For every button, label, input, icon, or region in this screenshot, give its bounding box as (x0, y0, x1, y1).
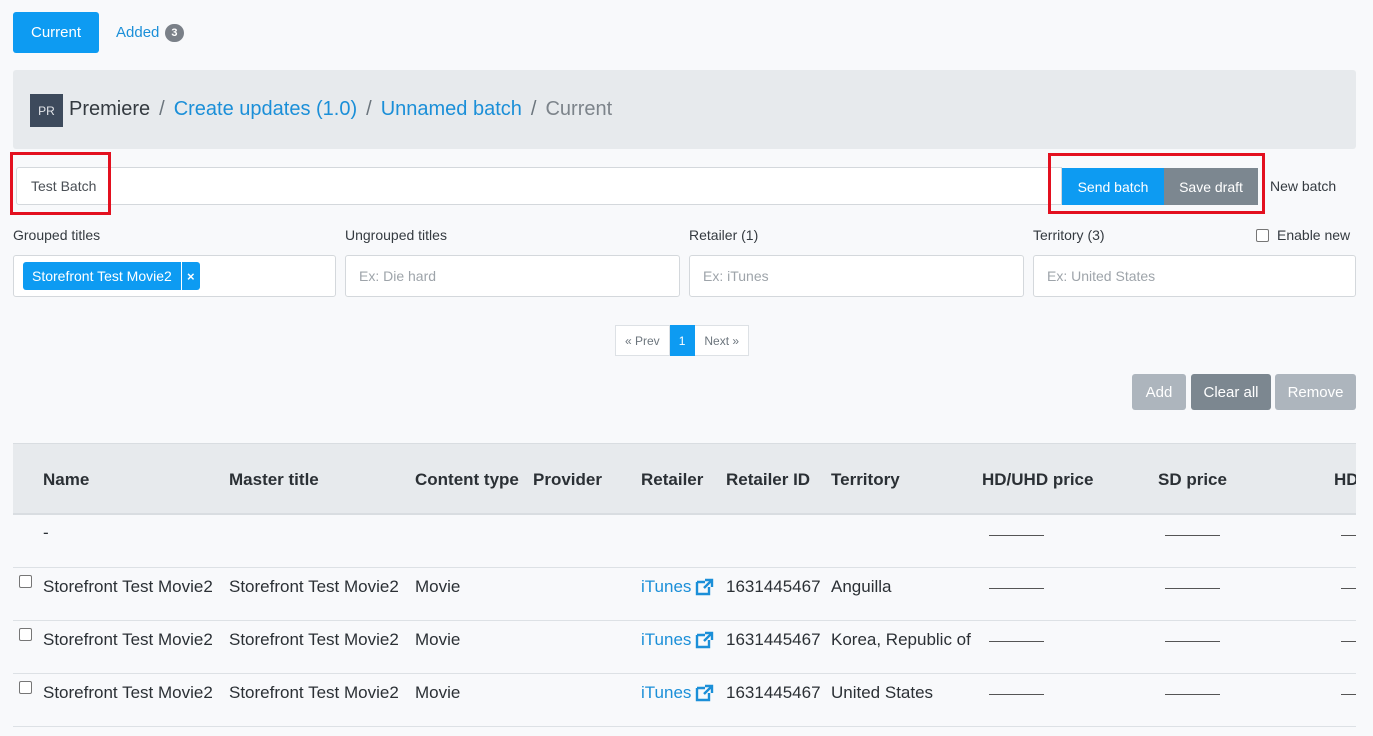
premiere-logo: PR (30, 94, 63, 127)
batch-name-input[interactable] (16, 167, 1062, 205)
external-link-icon (696, 684, 714, 702)
cell-retailer-id: 1631445467 (726, 630, 821, 649)
hd-price-empty (989, 641, 1044, 642)
sd-price-empty (1165, 641, 1220, 642)
ungrouped-titles-placeholder: Ex: Die hard (359, 268, 437, 284)
hd-price-empty (989, 535, 1044, 536)
row-checkbox[interactable] (19, 681, 32, 694)
column-header-hd-uhd-price: HD/UHD price (982, 470, 1094, 489)
enable-new-label: Enable new (1277, 227, 1351, 243)
added-count-badge: 3 (165, 23, 184, 42)
cell-master-title: Storefront Test Movie2 (229, 630, 399, 649)
breadcrumb-create-updates[interactable]: Create updates (1.0) (174, 98, 357, 121)
cell-retailer-link[interactable]: iTunes (641, 630, 715, 650)
cell-retailer-id: 1631445467 (726, 577, 821, 596)
cell-retailer-link[interactable]: iTunes (641, 683, 715, 703)
territory-placeholder: Ex: United States (1047, 268, 1156, 284)
tag-remove-icon[interactable]: × (180, 262, 200, 290)
retailer-link-label: iTunes (641, 683, 692, 702)
sd-price-empty (1165, 694, 1220, 695)
cell-content-type: Movie (415, 630, 461, 649)
retailer-placeholder: Ex: iTunes (703, 268, 769, 284)
sd-price-empty (1165, 588, 1220, 589)
column-header-hd: HD (1334, 470, 1356, 489)
breadcrumb-current: Current (545, 98, 613, 120)
breadcrumb-separator: / (159, 98, 165, 120)
row-checkbox[interactable] (19, 628, 32, 641)
table-row: Storefront Test Movie2 Storefront Test M… (13, 568, 1356, 621)
column-header-territory: Territory (831, 470, 900, 489)
external-link-icon (696, 631, 714, 649)
table-header: Name Master title Content type Provider … (13, 443, 1356, 515)
ungrouped-titles-label: Ungrouped titles (345, 227, 447, 243)
territory-label: Territory (3) (1033, 227, 1105, 243)
hd-price-empty (989, 694, 1044, 695)
column-header-content-type: Content type (415, 470, 519, 489)
hd-empty (1341, 694, 1356, 695)
cell-name: Storefront Test Movie2 (43, 630, 213, 649)
breadcrumb-separator: / (366, 98, 372, 120)
grouped-titles-label: Grouped titles (13, 227, 101, 243)
cell-retailer-id: 1631445467 (726, 683, 821, 702)
retailer-label: Retailer (1) (689, 227, 759, 243)
remove-button[interactable]: Remove (1275, 374, 1356, 410)
retailer-link-label: iTunes (641, 630, 692, 649)
updates-table: Name Master title Content type Provider … (13, 443, 1356, 736)
breadcrumb-home: Premiere (69, 98, 151, 120)
tab-current[interactable]: Current (13, 12, 99, 53)
cell-name: Storefront Test Movie2 (43, 577, 213, 596)
column-header-retailer-id: Retailer ID (726, 470, 811, 489)
territory-field[interactable]: Ex: United States (1033, 255, 1356, 297)
hd-empty (1341, 641, 1356, 642)
row-checkbox[interactable] (19, 575, 32, 588)
cell-territory: Anguilla (831, 577, 892, 596)
column-header-sd-price: SD price (1158, 470, 1227, 489)
column-header-name: Name (43, 470, 90, 489)
tab-added[interactable]: Added 3 (116, 12, 184, 53)
breadcrumb-separator: / (530, 98, 537, 120)
pagination-prev[interactable]: « Prev (615, 325, 670, 356)
cell-retailer-link[interactable]: iTunes (641, 577, 715, 597)
grouped-title-tag: Storefront Test Movie2 × (23, 262, 200, 290)
clear-all-button[interactable]: Clear all (1191, 374, 1271, 410)
send-batch-button[interactable]: Send batch (1062, 168, 1164, 205)
breadcrumb-unnamed-batch[interactable]: Unnamed batch (381, 98, 522, 121)
cell-territory: United States (831, 683, 934, 702)
column-header-provider: Provider (533, 470, 602, 489)
cell-content-type: Movie (415, 683, 461, 702)
cell-territory: Korea, Republic of (831, 630, 971, 649)
external-link-icon (696, 578, 714, 596)
pagination-next[interactable]: Next » (695, 325, 750, 356)
retailer-field[interactable]: Ex: iTunes (689, 255, 1024, 297)
column-header-retailer: Retailer (641, 470, 704, 489)
ungrouped-titles-field[interactable]: Ex: Die hard (345, 255, 680, 297)
grouped-title-tag-label: Storefront Test Movie2 (23, 262, 181, 290)
sd-price-empty (1165, 535, 1220, 536)
enable-new-toggle[interactable]: Enable new (1256, 227, 1350, 243)
column-header-master-title: Master title (229, 470, 319, 489)
group-row-name: - (43, 523, 49, 542)
add-button[interactable]: Add (1132, 374, 1186, 410)
cell-content-type: Movie (415, 577, 461, 596)
retailer-link-label: iTunes (641, 577, 692, 596)
table-group-row: - (13, 515, 1356, 568)
breadcrumb: PR Premiere / Create updates (1.0) / Unn… (13, 70, 1356, 149)
pagination-page-1[interactable]: 1 (669, 325, 696, 356)
cell-master-title: Storefront Test Movie2 (229, 577, 399, 596)
pagination: « Prev 1 Next » (615, 325, 750, 356)
table-row: Storefront Test Movie2 Storefront Test M… (13, 674, 1356, 727)
save-draft-button[interactable]: Save draft (1164, 168, 1258, 205)
table-row: Storefront Test Movie2 Storefront Test M… (13, 621, 1356, 674)
cell-name: Storefront Test Movie2 (43, 683, 213, 702)
cell-master-title: Storefront Test Movie2 (229, 683, 399, 702)
hd-empty (1341, 588, 1356, 589)
hd-price-empty (989, 588, 1044, 589)
hd-empty (1341, 535, 1356, 536)
tab-added-label: Added (116, 24, 160, 41)
new-batch-button[interactable]: New batch (1270, 178, 1336, 194)
enable-new-checkbox[interactable] (1256, 228, 1269, 242)
